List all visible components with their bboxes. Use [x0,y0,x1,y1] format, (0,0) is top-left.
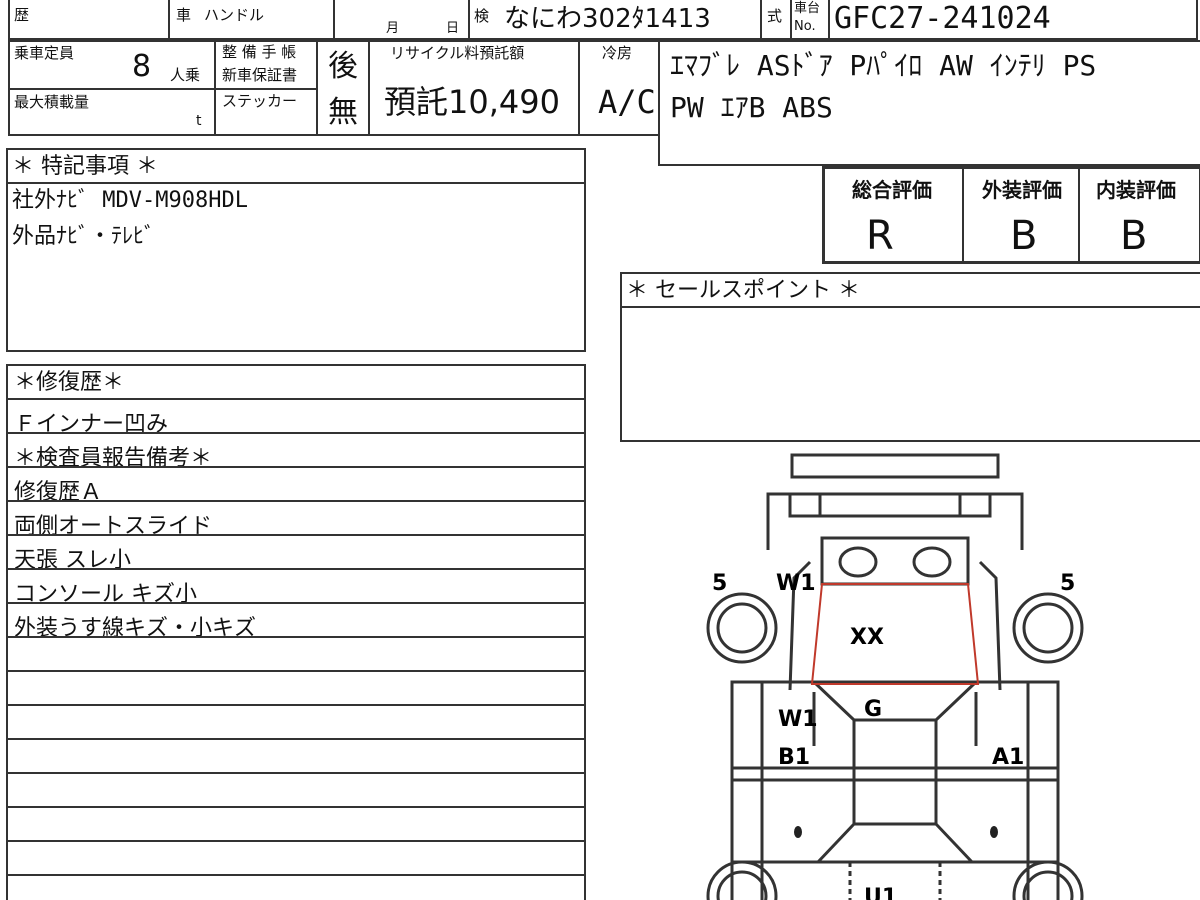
reki-label: 歴 [14,6,30,24]
chassis-number: GFC27-241024 [834,1,1051,36]
repair-box: ＊修復歴＊ Ｆインナー凹み ＊検査員報告備考＊ 修復歴Ａ 両側オートスライド 天… [6,364,586,900]
capacity-value: 8 [132,49,152,84]
interior-rating-value: B [1120,213,1148,259]
chassis-label-no: No. [794,19,816,34]
mark-w1-left: W1 [778,707,818,732]
seibi-label: 整 備 手 帳 [222,43,297,61]
max-load-unit: t [196,113,202,129]
tsuki-label: 月 [386,21,400,36]
special-note-line-1: 社外ﾅﾋﾞ MDV-M908HDL [12,188,248,213]
mark-b1: B1 [778,745,810,770]
mark-a1: A1 [992,745,1024,770]
mark-hood: XX [850,625,884,650]
recycle-value: 預託10,490 [384,83,560,121]
sticker-value: 無 [328,95,358,130]
shinsha-label: 新車保証書 [222,66,298,84]
plate-number: なにわ302ﾀ1413 [504,4,711,34]
seibi-value: 後 [328,49,358,84]
mark-g: G [864,697,882,722]
special-note-line-2: 外品ﾅﾋﾞ・ﾃﾚﾋﾞ [12,224,156,249]
mark-w1-top: W1 [776,571,816,596]
overall-rating-label: 総合評価 [852,178,932,202]
mark-u1: U1 [864,885,897,900]
exterior-rating-label: 外装評価 [982,178,1062,202]
interior-rating-label: 内装評価 [1096,178,1176,202]
mark-left-tire: 5 [712,571,727,596]
ken-label: 検 [474,7,490,25]
special-notes-title: ＊ 特記事項 ＊ [12,154,158,179]
reibo-label: 冷房 [602,44,633,62]
max-load-label: 最大積載量 [14,93,90,111]
repair-title: ＊修復歴＊ [14,370,125,395]
sales-points-title: ＊ セールスポイント ＊ [626,278,860,303]
overall-rating-value: R [866,213,894,259]
handle-label: ハンドル [204,6,265,24]
equipment-line-1: ｴﾏﾌﾞﾚ ASﾄﾞｱ Pﾊﾟｲﾛ AW ｲﾝﾃﾘ PS [670,49,1097,82]
equipment-line-2: PW ｴｱB ABS [670,91,833,124]
sha-label: 車 [176,6,192,24]
shiki-label: 式 [767,7,783,25]
recycle-label: リサイクル料預託額 [390,44,525,62]
capacity-label: 乗車定員 [14,44,75,62]
car-diagram: 5 5 W1 XX W1 G B1 A1 U1 [706,453,1084,900]
ac-value: A/C [598,83,656,121]
chassis-label-top: 車台 [794,1,821,16]
hi-label: 日 [446,21,460,36]
mark-right-tire: 5 [1060,571,1075,596]
sticker-label: ステッカー [222,92,298,110]
capacity-unit: 人乗 [170,66,201,84]
exterior-rating-value: B [1010,213,1038,259]
